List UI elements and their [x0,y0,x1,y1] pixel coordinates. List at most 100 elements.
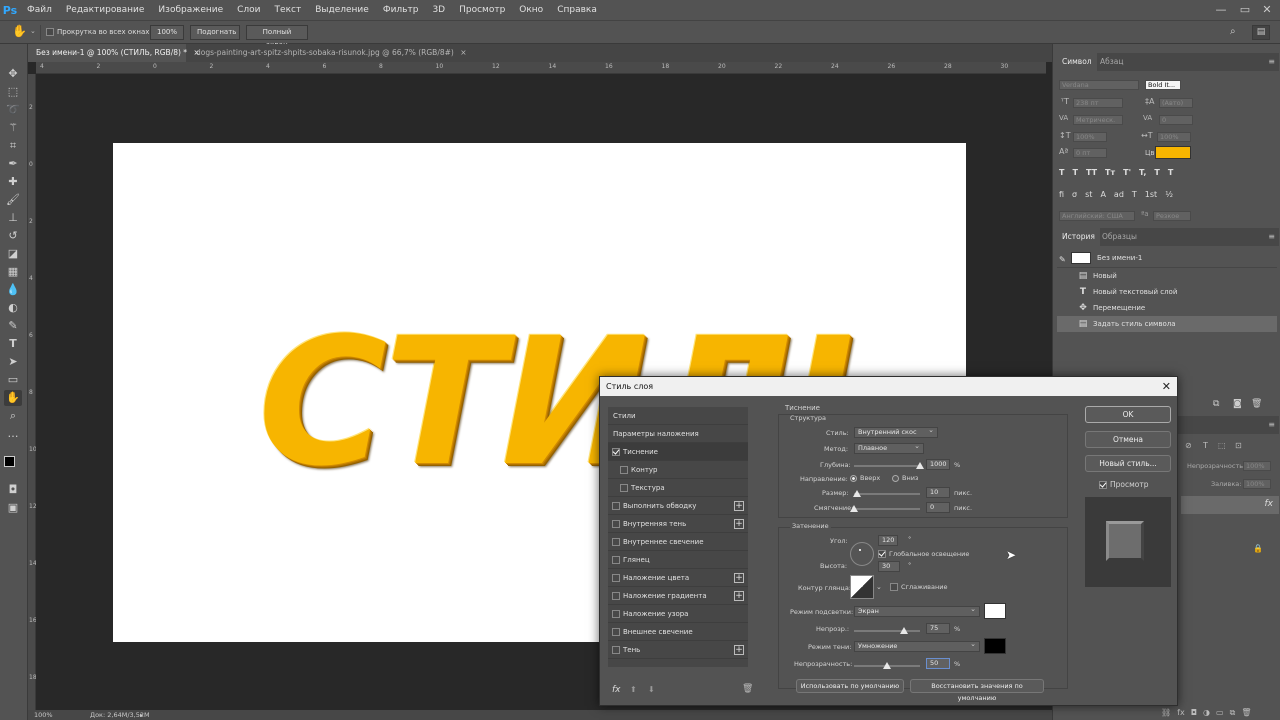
style-checkbox[interactable] [612,538,620,546]
antialias-field[interactable]: Резкое [1153,211,1191,221]
language-field[interactable]: Английский: США [1059,211,1135,221]
mask-icon[interactable]: ◘ [1191,708,1197,718]
add-instance-icon[interactable]: + [734,573,744,583]
move-tool-icon[interactable]: ✥ [4,66,22,82]
preview-checkbox[interactable]: Просмотр [1099,480,1149,489]
folder-icon[interactable]: ▭ [1216,708,1224,718]
minimize-icon[interactable]: — [1210,0,1232,20]
history-item[interactable]: T Новый текстовый слой [1057,284,1277,300]
type-style-button[interactable]: T [1059,168,1064,180]
soften-slider[interactable] [850,505,920,512]
type-style-button[interactable]: TT [1086,168,1097,180]
layer-filter-icon[interactable]: ⊘ [1185,441,1192,450]
blur-tool-icon[interactable]: 💧 [4,282,22,298]
panel-menu-icon[interactable]: ≡ [1268,420,1275,429]
angle-dial[interactable] [850,542,874,566]
style-checkbox[interactable] [612,520,620,528]
menu-item[interactable]: Текст [268,0,309,20]
slider-thumb[interactable] [916,462,924,469]
crop-tool-icon[interactable]: ⌗ [4,138,22,154]
style-list-item[interactable]: Глянец [608,551,748,569]
add-instance-icon[interactable]: + [734,501,744,511]
close-window-icon[interactable]: ✕ [1256,0,1278,20]
filter-shape-icon[interactable]: ⬚ [1218,441,1226,450]
style-checkbox[interactable] [612,556,620,564]
add-effect-fx-icon[interactable]: fx [612,685,621,695]
tab-swatches[interactable]: Образцы [1097,228,1142,246]
new-document-from-state-icon[interactable]: ⧉ [1213,399,1219,409]
history-snapshot[interactable]: ✎ Без имени-1 [1057,250,1277,266]
antialias-check[interactable] [890,583,898,591]
style-list-item[interactable]: Тень + [608,641,748,659]
new-layer-icon[interactable]: ⧉ [1230,708,1236,718]
history-item[interactable]: ✥ Перемещение [1057,300,1277,316]
style-checkbox[interactable] [612,610,620,618]
history-item[interactable]: ▤ Новый [1057,268,1277,284]
history-item-current[interactable]: ▤ Задать стиль символа [1057,316,1277,332]
type-style-button[interactable]: T [1168,168,1173,180]
highlight-opacity-input[interactable]: 75 [926,623,950,634]
more-tools-icon[interactable]: … [4,426,22,442]
opentype-button[interactable]: st [1085,190,1092,202]
menu-item[interactable]: Окно [512,0,550,20]
hand-tool-icon[interactable]: ✋ [12,24,27,38]
adjustment-icon[interactable]: ◑ [1203,708,1210,718]
opentype-button[interactable]: ad [1114,190,1124,202]
layer-fill-field[interactable]: 100% [1243,479,1271,489]
magic-wand-tool-icon[interactable]: ⚚ [4,120,22,136]
type-style-button[interactable]: T' [1123,168,1131,180]
slider-thumb[interactable] [850,505,858,512]
type-style-button[interactable]: Tт [1105,168,1115,180]
style-checkbox[interactable] [612,628,620,636]
rectangle-tool-icon[interactable]: ▭ [4,372,22,388]
workspace-icon[interactable]: ▤ [1252,25,1270,40]
highlight-opacity-slider[interactable] [854,627,920,634]
ok-button[interactable]: OK [1085,406,1171,423]
fx-icon[interactable]: fx [1177,708,1185,718]
vertical-scale-field[interactable]: 100% [1073,132,1107,142]
menu-item[interactable]: Редактирование [59,0,152,20]
slider-thumb[interactable] [852,490,861,497]
angle-input[interactable]: 120 [878,535,898,546]
tab-document-2[interactable]: dogs-painting-art-spitz-shpits-sobaka-ri… [188,44,467,62]
tool-preset-chevron-icon[interactable]: ⌄ [30,27,36,35]
tab-paragraph[interactable]: Абзац [1095,53,1128,71]
bevel-style-select[interactable]: Внутренний скос [854,426,938,438]
close-tab-icon[interactable]: × [460,48,466,57]
horizontal-ruler[interactable]: 4 2 0 2 4 6 8 10 12 14 16 18 20 22 24 26 28 30 [36,62,1046,74]
tab-history[interactable]: История [1057,228,1100,246]
menu-item[interactable]: Изображение [151,0,230,20]
highlight-color-swatch[interactable] [984,603,1006,619]
screen-mode-icon[interactable]: ▣ [4,500,22,516]
dialog-title-bar[interactable]: Стиль слоя ✕ [600,377,1177,396]
gloss-contour-picker[interactable] [850,575,874,599]
tracking-field[interactable]: 0 [1159,115,1193,125]
menu-item[interactable]: 3D [425,0,452,20]
add-instance-icon[interactable]: + [734,519,744,529]
panel-menu-icon[interactable]: ≡ [1268,57,1275,66]
gradient-tool-icon[interactable]: ▦ [4,264,22,280]
maximize-icon[interactable]: ▭ [1234,0,1256,20]
style-list-item[interactable]: Стили [608,407,748,425]
zoom-tool-icon[interactable]: ⌕ [4,408,22,424]
global-light-checkbox[interactable]: Глобальное освещение [878,550,969,558]
style-checkbox[interactable] [612,448,620,456]
kerning-field[interactable]: Метрическ. [1073,115,1123,125]
style-list-item[interactable]: Внутреннее свечение [608,533,748,551]
snapshot-camera-icon[interactable]: ◙ [1233,399,1242,409]
menu-item[interactable]: Фильтр [376,0,426,20]
opentype-button[interactable]: 1st [1145,190,1157,202]
contour-dropdown-icon[interactable]: ⌄ [876,583,882,591]
filter-smart-icon[interactable]: ⊡ [1235,441,1242,450]
filter-text-icon[interactable]: T [1203,441,1208,450]
panel-menu-icon[interactable]: ≡ [1268,232,1275,241]
slider-thumb[interactable] [883,662,891,669]
style-checkbox[interactable] [612,502,620,510]
eyedropper-tool-icon[interactable]: ✒ [4,156,22,172]
layer-opacity-field[interactable]: 100% [1243,461,1271,471]
add-instance-icon[interactable]: + [734,591,744,601]
history-brush-source-icon[interactable]: ✎ [1059,252,1066,268]
link-icon[interactable]: ⛓ [1161,708,1171,718]
style-checkbox[interactable] [620,484,628,492]
fill-screen-button[interactable]: Полный экран [246,25,308,49]
